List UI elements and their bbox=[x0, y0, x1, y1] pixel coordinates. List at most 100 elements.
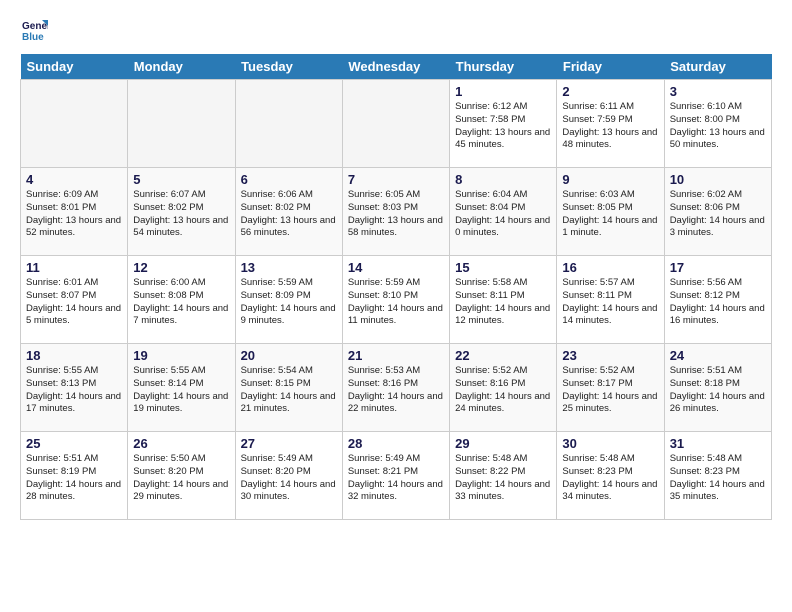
day-number: 4 bbox=[26, 172, 122, 187]
cell-content: Sunrise: 5:51 AM Sunset: 8:18 PM Dayligh… bbox=[670, 365, 766, 416]
cell-content: Sunrise: 6:03 AM Sunset: 8:05 PM Dayligh… bbox=[562, 189, 658, 240]
day-cell-6: 6Sunrise: 6:06 AM Sunset: 8:02 PM Daylig… bbox=[235, 168, 342, 256]
cell-content: Sunrise: 6:02 AM Sunset: 8:06 PM Dayligh… bbox=[670, 189, 766, 240]
cell-content: Sunrise: 5:59 AM Sunset: 8:09 PM Dayligh… bbox=[241, 277, 337, 328]
day-cell-10: 10 Sunrise: 6:02 AM Sunset: 8:06 PM Dayli… bbox=[664, 168, 771, 256]
day-number: 9 bbox=[562, 172, 658, 187]
empty-cell bbox=[21, 80, 128, 168]
cell-content: Sunrise: 6:06 AM Sunset: 8:02 PM Dayligh… bbox=[241, 189, 337, 240]
day-header-friday: Friday bbox=[557, 54, 664, 80]
calendar-table: SundayMondayTuesdayWednesdayThursdayFrid… bbox=[20, 54, 772, 520]
day-number: 26 bbox=[133, 436, 229, 451]
day-cell-23: 23 Sunrise: 5:52 AM Sunset: 8:17 PM Dayli… bbox=[557, 344, 664, 432]
day-cell-31: 31 Sunrise: 5:48 AM Sunset: 8:23 PM Dayli… bbox=[664, 432, 771, 520]
cell-content: Sunrise: 5:51 AM Sunset: 8:19 PM Dayligh… bbox=[26, 453, 122, 504]
svg-text:General: General bbox=[22, 21, 48, 32]
day-number: 1 bbox=[455, 84, 551, 99]
day-cell-29: 29 Sunrise: 5:48 AM Sunset: 8:22 PM Dayli… bbox=[450, 432, 557, 520]
day-cell-22: 22 Sunrise: 5:52 AM Sunset: 8:16 PM Dayli… bbox=[450, 344, 557, 432]
day-number: 22 bbox=[455, 348, 551, 363]
day-cell-25: 25 Sunrise: 5:51 AM Sunset: 8:19 PM Dayli… bbox=[21, 432, 128, 520]
day-number: 7 bbox=[348, 172, 444, 187]
day-number: 20 bbox=[241, 348, 337, 363]
cell-content: Sunrise: 6:11 AM Sunset: 7:59 PM Dayligh… bbox=[562, 101, 658, 152]
cell-content: Sunrise: 5:52 AM Sunset: 8:17 PM Dayligh… bbox=[562, 365, 658, 416]
cell-content: Sunrise: 5:57 AM Sunset: 8:11 PM Dayligh… bbox=[562, 277, 658, 328]
day-cell-4: 4 Sunrise: 6:09 AM Sunset: 8:01 PM Daylig… bbox=[21, 168, 128, 256]
day-number: 5 bbox=[133, 172, 229, 187]
day-number: 12 bbox=[133, 260, 229, 275]
day-number: 29 bbox=[455, 436, 551, 451]
svg-text:Blue: Blue bbox=[22, 32, 44, 43]
day-number: 8 bbox=[455, 172, 551, 187]
cell-content: Sunrise: 5:54 AM Sunset: 8:15 PM Dayligh… bbox=[241, 365, 337, 416]
cell-content: Sunrise: 5:48 AM Sunset: 8:23 PM Dayligh… bbox=[670, 453, 766, 504]
empty-cell bbox=[342, 80, 449, 168]
cell-content: Sunrise: 6:05 AM Sunset: 8:03 PM Dayligh… bbox=[348, 189, 444, 240]
day-number: 16 bbox=[562, 260, 658, 275]
cell-content: Sunrise: 5:56 AM Sunset: 8:12 PM Dayligh… bbox=[670, 277, 766, 328]
day-cell-1: 1 Sunrise: 6:12 AM Sunset: 7:58 PM Daylig… bbox=[450, 80, 557, 168]
cell-content: Sunrise: 5:59 AM Sunset: 8:10 PM Dayligh… bbox=[348, 277, 444, 328]
empty-cell bbox=[235, 80, 342, 168]
week-row-1: 1 Sunrise: 6:12 AM Sunset: 7:58 PM Daylig… bbox=[21, 80, 772, 168]
day-cell-21: 21Sunrise: 5:53 AM Sunset: 8:16 PM Dayli… bbox=[342, 344, 449, 432]
day-cell-17: 17Sunrise: 5:56 AM Sunset: 8:12 PM Dayli… bbox=[664, 256, 771, 344]
day-number: 18 bbox=[26, 348, 122, 363]
day-number: 13 bbox=[241, 260, 337, 275]
page-header: General Blue bbox=[20, 16, 772, 44]
day-cell-28: 28 Sunrise: 5:49 AM Sunset: 8:21 PM Dayli… bbox=[342, 432, 449, 520]
day-header-wednesday: Wednesday bbox=[342, 54, 449, 80]
day-cell-16: 16 Sunrise: 5:57 AM Sunset: 8:11 PM Dayli… bbox=[557, 256, 664, 344]
cell-content: Sunrise: 5:50 AM Sunset: 8:20 PM Dayligh… bbox=[133, 453, 229, 504]
day-number: 31 bbox=[670, 436, 766, 451]
week-row-5: 25 Sunrise: 5:51 AM Sunset: 8:19 PM Dayli… bbox=[21, 432, 772, 520]
day-cell-26: 26 Sunrise: 5:50 AM Sunset: 8:20 PM Dayli… bbox=[128, 432, 235, 520]
logo-icon: General Blue bbox=[20, 16, 48, 44]
cell-content: Sunrise: 6:07 AM Sunset: 8:02 PM Dayligh… bbox=[133, 189, 229, 240]
cell-content: Sunrise: 5:48 AM Sunset: 8:23 PM Dayligh… bbox=[562, 453, 658, 504]
day-cell-27: 27 Sunrise: 5:49 AM Sunset: 8:20 PM Dayli… bbox=[235, 432, 342, 520]
day-cell-7: 7 Sunrise: 6:05 AM Sunset: 8:03 PM Daylig… bbox=[342, 168, 449, 256]
day-cell-13: 13 Sunrise: 5:59 AM Sunset: 8:09 PM Dayli… bbox=[235, 256, 342, 344]
day-number: 25 bbox=[26, 436, 122, 451]
cell-content: Sunrise: 6:00 AM Sunset: 8:08 PM Dayligh… bbox=[133, 277, 229, 328]
day-cell-18: 18 Sunrise: 5:55 AM Sunset: 8:13 PM Dayli… bbox=[21, 344, 128, 432]
logo: General Blue bbox=[20, 16, 52, 44]
day-cell-24: 24Sunrise: 5:51 AM Sunset: 8:18 PM Dayli… bbox=[664, 344, 771, 432]
day-cell-12: 12 Sunrise: 6:00 AM Sunset: 8:08 PM Dayli… bbox=[128, 256, 235, 344]
cell-content: Sunrise: 5:58 AM Sunset: 8:11 PM Dayligh… bbox=[455, 277, 551, 328]
cell-content: Sunrise: 5:52 AM Sunset: 8:16 PM Dayligh… bbox=[455, 365, 551, 416]
day-cell-11: 11Sunrise: 6:01 AM Sunset: 8:07 PM Dayli… bbox=[21, 256, 128, 344]
cell-content: Sunrise: 5:48 AM Sunset: 8:22 PM Dayligh… bbox=[455, 453, 551, 504]
day-number: 27 bbox=[241, 436, 337, 451]
cell-content: Sunrise: 6:09 AM Sunset: 8:01 PM Dayligh… bbox=[26, 189, 122, 240]
day-number: 30 bbox=[562, 436, 658, 451]
day-header-thursday: Thursday bbox=[450, 54, 557, 80]
day-header-saturday: Saturday bbox=[664, 54, 771, 80]
day-cell-3: 3 Sunrise: 6:10 AM Sunset: 8:00 PM Daylig… bbox=[664, 80, 771, 168]
day-header-monday: Monday bbox=[128, 54, 235, 80]
day-cell-9: 9 Sunrise: 6:03 AM Sunset: 8:05 PM Daylig… bbox=[557, 168, 664, 256]
day-number: 10 bbox=[670, 172, 766, 187]
day-header-row: SundayMondayTuesdayWednesdayThursdayFrid… bbox=[21, 54, 772, 80]
cell-content: Sunrise: 6:12 AM Sunset: 7:58 PM Dayligh… bbox=[455, 101, 551, 152]
cell-content: Sunrise: 5:49 AM Sunset: 8:21 PM Dayligh… bbox=[348, 453, 444, 504]
day-cell-30: 30 Sunrise: 5:48 AM Sunset: 8:23 PM Dayli… bbox=[557, 432, 664, 520]
cell-content: Sunrise: 5:55 AM Sunset: 8:13 PM Dayligh… bbox=[26, 365, 122, 416]
day-cell-5: 5 Sunrise: 6:07 AM Sunset: 8:02 PM Daylig… bbox=[128, 168, 235, 256]
cell-content: Sunrise: 6:10 AM Sunset: 8:00 PM Dayligh… bbox=[670, 101, 766, 152]
day-number: 19 bbox=[133, 348, 229, 363]
day-header-sunday: Sunday bbox=[21, 54, 128, 80]
day-cell-8: 8Sunrise: 6:04 AM Sunset: 8:04 PM Daylig… bbox=[450, 168, 557, 256]
cell-content: Sunrise: 5:55 AM Sunset: 8:14 PM Dayligh… bbox=[133, 365, 229, 416]
day-number: 28 bbox=[348, 436, 444, 451]
cell-content: Sunrise: 5:53 AM Sunset: 8:16 PM Dayligh… bbox=[348, 365, 444, 416]
cell-content: Sunrise: 5:49 AM Sunset: 8:20 PM Dayligh… bbox=[241, 453, 337, 504]
day-number: 23 bbox=[562, 348, 658, 363]
week-row-2: 4 Sunrise: 6:09 AM Sunset: 8:01 PM Daylig… bbox=[21, 168, 772, 256]
day-number: 15 bbox=[455, 260, 551, 275]
day-cell-2: 2Sunrise: 6:11 AM Sunset: 7:59 PM Daylig… bbox=[557, 80, 664, 168]
day-number: 3 bbox=[670, 84, 766, 99]
day-cell-19: 19 Sunrise: 5:55 AM Sunset: 8:14 PM Dayli… bbox=[128, 344, 235, 432]
